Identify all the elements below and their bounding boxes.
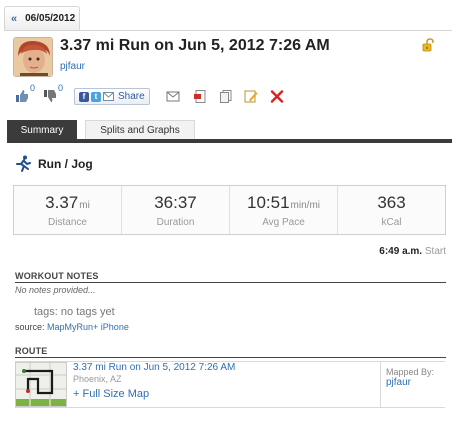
start-time-label: Start xyxy=(424,246,446,257)
rating-row: 0 0 xyxy=(15,83,63,106)
full-size-map-link[interactable]: + Full Size Map xyxy=(73,388,149,400)
username-link[interactable]: pjfaur xyxy=(60,61,85,72)
route-title-link[interactable]: 3.37 mi Run on Jun 5, 2012 7:26 AM xyxy=(73,362,235,373)
stat-unit: mi xyxy=(79,200,90,211)
email-icon[interactable] xyxy=(166,90,180,103)
email-icon xyxy=(103,92,114,101)
route-heading: ROUTE xyxy=(15,346,48,356)
workout-notes-rule xyxy=(15,282,446,283)
stat-label: Distance xyxy=(48,217,87,228)
share-button[interactable]: f t Share xyxy=(74,88,150,105)
like-control[interactable]: 0 xyxy=(15,83,35,103)
mapped-by-user-link[interactable]: pjfaur xyxy=(386,377,411,388)
view-tabs: Summary Splits and Graphs xyxy=(7,120,195,140)
route-divider xyxy=(380,362,381,407)
route-location: Phoenix, AZ xyxy=(73,374,122,384)
stat-value: 36:37 xyxy=(154,193,197,212)
tab-divider xyxy=(4,30,452,31)
back-chevron-icon[interactable]: « xyxy=(11,13,17,25)
stat-distance: 3.37mi Distance xyxy=(14,186,122,234)
workout-notes-heading: WORKOUT NOTES xyxy=(15,271,99,281)
copy-icon[interactable] xyxy=(219,90,233,103)
avatar[interactable] xyxy=(13,37,53,77)
date-tab-label: 06/05/2012 xyxy=(25,13,76,24)
pdf-icon[interactable] xyxy=(193,90,207,103)
twitter-icon: t xyxy=(91,91,101,102)
stat-value: 3.37 xyxy=(45,193,79,212)
runner-icon xyxy=(16,155,31,172)
share-label: Share xyxy=(118,91,145,102)
workout-notes-text: No notes provided... xyxy=(15,285,96,295)
stat-value: 10:51 xyxy=(247,193,290,212)
page-title: 3.37 mi Run on Jun 5, 2012 7:26 AM xyxy=(60,37,330,54)
stats-panel: 3.37mi Distance 36:37 Duration 10:51min/… xyxy=(13,185,446,235)
delete-icon[interactable] xyxy=(270,90,284,103)
thumbs-up-icon[interactable] xyxy=(15,89,29,103)
source-link[interactable]: MapMyRun+ iPhone xyxy=(47,322,129,332)
stat-value: 363 xyxy=(377,193,406,212)
tab-bar xyxy=(7,139,452,143)
dislike-control[interactable]: 0 xyxy=(43,83,63,103)
like-count: 0 xyxy=(30,83,36,93)
facebook-icon: f xyxy=(79,91,89,102)
tab-summary[interactable]: Summary xyxy=(7,120,77,140)
stat-label: kCal xyxy=(381,217,402,228)
start-time-value: 6:49 a.m. xyxy=(379,246,423,257)
edit-icon[interactable] xyxy=(244,90,258,103)
activity-type-label: Run / Jog xyxy=(38,157,93,171)
activity-type: Run / Jog xyxy=(14,155,93,173)
stat-label: Duration xyxy=(156,217,195,228)
source-line: source: MapMyRun+ iPhone xyxy=(15,322,129,332)
source-label: source: xyxy=(15,322,45,332)
stat-avg-pace: 10:51min/mi Avg Pace xyxy=(230,186,338,234)
tags-text: tags: no tags yet xyxy=(34,306,115,318)
mapped-by-label: Mapped By: xyxy=(386,367,435,377)
stat-unit: min/mi xyxy=(290,200,320,211)
lock-icon[interactable] xyxy=(421,38,435,52)
route-map-thumbnail[interactable] xyxy=(15,362,67,407)
start-time: 6:49 a.m. Start xyxy=(379,246,446,257)
stat-kcal: 363 kCal xyxy=(338,186,445,234)
stat-duration: 36:37 Duration xyxy=(122,186,230,234)
dislike-count: 0 xyxy=(58,83,64,93)
tab-splits-and-graphs[interactable]: Splits and Graphs xyxy=(85,120,195,140)
route-rule xyxy=(15,357,446,358)
date-tab[interactable]: « 06/05/2012 xyxy=(4,6,80,30)
thumbs-down-icon[interactable] xyxy=(43,89,57,103)
stat-label: Avg Pace xyxy=(262,217,305,228)
